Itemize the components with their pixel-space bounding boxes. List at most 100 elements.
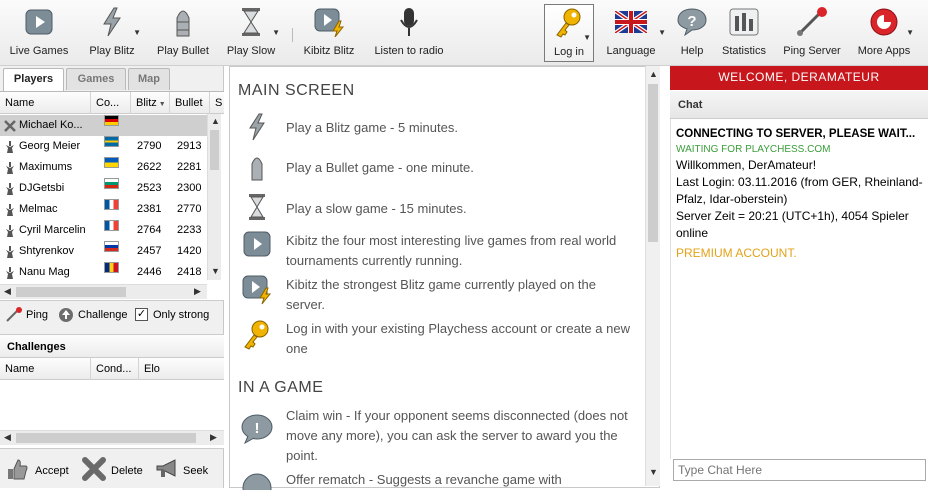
log-in-button[interactable]: Log in ▼ (544, 4, 594, 62)
play-icon (238, 231, 276, 265)
scroll-up-icon[interactable]: ▲ (211, 116, 220, 126)
checkbox-checked-icon[interactable]: ✓ (135, 308, 148, 321)
seek-label: Seek (183, 465, 209, 477)
chevron-down-icon[interactable]: ▼ (658, 28, 666, 37)
table-row[interactable]: Shtyrenkov 2457 1420 (0, 241, 207, 262)
table-row[interactable]: Cyril Marcelin 2764 2233 (0, 220, 207, 241)
bar-chart-icon (727, 5, 761, 39)
players-vscrollbar[interactable]: ▲ ▼ (207, 114, 221, 280)
scroll-left-icon[interactable]: ◀ (4, 432, 11, 443)
chevron-down-icon[interactable]: ▼ (906, 28, 914, 37)
svg-text:?: ? (687, 13, 696, 30)
players-hscrollbar[interactable]: ◀ ▶ (0, 284, 207, 299)
kibitz-blitz-button[interactable]: Kibitz Blitz (304, 0, 354, 64)
live-games-button[interactable]: Live Games (4, 0, 74, 64)
scroll-left-icon[interactable]: ◀ (4, 286, 11, 297)
column-blitz-label: Blitz (136, 97, 157, 109)
play-slow-button[interactable]: Play Slow ▼ (226, 0, 280, 64)
statistics-label: Statistics (721, 45, 766, 57)
king-icon (3, 182, 17, 196)
play-bullet-button[interactable]: Play Bullet (157, 0, 209, 64)
player-name: Maximums (19, 161, 73, 173)
scroll-right-icon[interactable]: ▶ (194, 286, 201, 297)
chevron-down-icon[interactable]: ▼ (272, 28, 280, 37)
tab-players[interactable]: Players (3, 68, 64, 92)
help-button[interactable]: ? Help (672, 0, 712, 64)
language-button[interactable]: Language ▼ (606, 0, 666, 64)
scroll-thumb[interactable] (648, 84, 658, 242)
main-screen-heading: MAIN SCREEN (238, 82, 355, 99)
column-slow[interactable]: S (210, 92, 224, 114)
king-icon (3, 203, 17, 217)
table-row[interactable]: Georg Meier 2790 2913 (0, 136, 207, 157)
column-name[interactable]: Name (0, 92, 91, 114)
help-icon: ? (675, 5, 709, 39)
player-actions-bar: Ping Challenge ✓ Only strong (0, 303, 224, 327)
bullet-rating: 2770 (177, 203, 202, 215)
delete-label: Delete (111, 465, 143, 477)
table-row[interactable]: Maximums 2622 2281 (0, 157, 207, 178)
microphone-icon (392, 5, 426, 39)
scroll-up-icon[interactable]: ▲ (649, 69, 658, 79)
column-country[interactable]: Co... (91, 92, 131, 114)
king-icon (3, 161, 17, 175)
table-row[interactable]: Nanu Mag 2446 2418 (0, 262, 207, 283)
more-apps-icon (867, 5, 901, 39)
delete-button[interactable]: Delete (82, 455, 148, 483)
column-conditions[interactable]: Cond... (91, 358, 139, 380)
chevron-down-icon[interactable]: ▼ (133, 28, 141, 37)
country-flag-icon (104, 115, 119, 126)
challenges-table-header: Name Cond... Elo (0, 358, 224, 380)
scroll-thumb[interactable] (210, 130, 219, 170)
blitz-rating: 2446 (137, 266, 162, 278)
country-flag-icon (104, 199, 119, 210)
help-item-live-games: Kibitz the four most interesting live ga… (238, 231, 638, 271)
hourglass-icon (238, 193, 276, 227)
scroll-down-icon[interactable]: ▼ (211, 266, 220, 276)
chat-message: Willkommen, DerAmateur! (676, 158, 817, 172)
help-item-text: Play a Blitz game - 5 minutes. (286, 120, 458, 135)
statistics-button[interactable]: Statistics (722, 0, 766, 64)
tab-games[interactable]: Games (66, 68, 126, 90)
king-icon (3, 140, 17, 154)
more-apps-label: More Apps (857, 45, 911, 57)
ping-server-button[interactable]: Ping Server (783, 0, 841, 64)
column-blitz[interactable]: Blitz ▼ (131, 92, 170, 114)
play-blitz-button[interactable]: Play Blitz ▼ (87, 0, 141, 64)
column-bullet[interactable]: Bullet (170, 92, 210, 114)
column-elo[interactable]: Elo (139, 358, 224, 380)
rematch-icon (238, 473, 276, 490)
accept-button[interactable]: Accept (6, 455, 76, 483)
column-name[interactable]: Name (0, 358, 91, 380)
premium-account-label: PREMIUM ACCOUNT. (676, 246, 797, 260)
king-icon (3, 224, 17, 238)
tab-map[interactable]: Map (128, 68, 170, 90)
blitz-rating: 2622 (137, 161, 162, 173)
help-label: Help (680, 45, 704, 57)
table-row[interactable]: DJGetsbi 2523 2300 (0, 178, 207, 199)
chat-input[interactable] (673, 459, 926, 481)
table-row[interactable]: Michael Ko... (0, 115, 207, 136)
scroll-thumb[interactable] (16, 433, 196, 443)
help-item-text: Log in with your existing Playchess acco… (286, 321, 630, 356)
scroll-down-icon[interactable]: ▼ (649, 467, 658, 477)
chevron-down-icon[interactable]: ▼ (583, 33, 591, 42)
challenges-hscrollbar[interactable]: ◀ ▶ (0, 430, 224, 445)
scroll-thumb[interactable] (16, 287, 126, 297)
more-apps-button[interactable]: More Apps ▼ (858, 0, 914, 64)
listen-radio-button[interactable]: Listen to radio (374, 0, 444, 64)
country-flag-icon (104, 178, 119, 189)
bullet-rating: 2418 (177, 266, 202, 278)
language-label: Language (606, 45, 656, 57)
main-vscrollbar[interactable]: ▲ ▼ (645, 66, 660, 486)
help-item-kibitz: Kibitz the strongest Blitz game currentl… (238, 275, 638, 315)
challenge-actions-bar: Accept Delete Seek (0, 451, 224, 488)
bullet-rating: 2281 (177, 161, 202, 173)
seek-button[interactable]: Seek (155, 455, 219, 483)
chat-title: Chat (670, 91, 928, 119)
table-row[interactable]: Melmac 2381 2770 (0, 199, 207, 220)
challenges-table: Name Cond... Elo ◀ ▶ (0, 358, 224, 449)
bullet-rating: 2913 (177, 140, 202, 152)
scroll-right-icon[interactable]: ▶ (210, 432, 217, 443)
bullet-rating: 1420 (177, 245, 202, 257)
